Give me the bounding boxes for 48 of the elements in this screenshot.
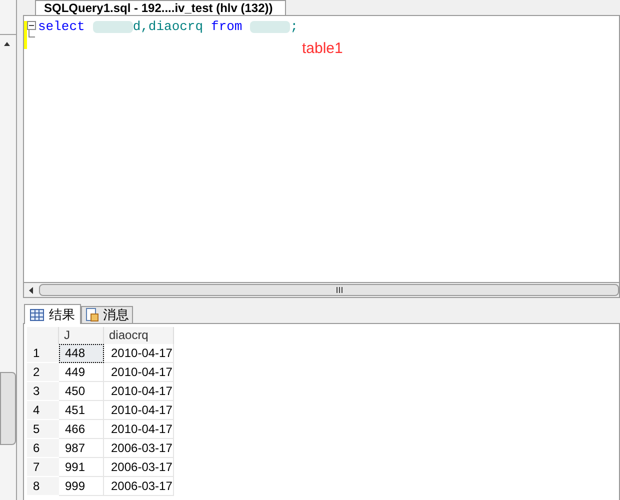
outline-line-icon xyxy=(28,30,34,38)
table-cell: 2010-04-17 xyxy=(104,382,174,401)
sql-text: ; xyxy=(290,18,298,36)
corner-header xyxy=(27,327,59,344)
table-cell: 451 xyxy=(59,401,104,420)
table-cell: 450 xyxy=(59,382,104,401)
table-cell: 2010-04-17 xyxy=(104,344,174,363)
sql-keyword: from xyxy=(211,18,242,36)
editor-area[interactable]: select d,diaocrq from ; table1 xyxy=(23,15,620,283)
table-cell: 987 xyxy=(59,439,104,458)
grip-icon xyxy=(336,287,342,293)
row-number: 2 xyxy=(27,363,59,382)
table-cell: 2010-04-17 xyxy=(104,363,174,382)
horizontal-scrollbar[interactable] xyxy=(23,283,620,298)
sql-text: d,diaocrq xyxy=(132,18,204,36)
table-cell: 448 xyxy=(59,344,104,363)
table-cell: 991 xyxy=(59,458,104,477)
table-cell: 2006-03-17 xyxy=(104,439,174,458)
table-cell: 2010-04-17 xyxy=(104,401,174,420)
table-cell: 466 xyxy=(59,420,104,439)
column-header: diaocrq xyxy=(104,327,174,344)
row-number: 4 xyxy=(27,401,59,420)
scrollbar-thumb[interactable] xyxy=(0,372,16,445)
row-number: 8 xyxy=(27,477,59,496)
scroll-left-icon[interactable] xyxy=(29,286,33,294)
redacted-block xyxy=(92,21,133,33)
scrollbar-thumb[interactable] xyxy=(39,284,619,296)
result-tab[interactable]: 消息 xyxy=(81,306,133,323)
collapse-icon[interactable] xyxy=(26,21,36,30)
message-icon xyxy=(85,308,99,322)
result-tab[interactable]: 结果 xyxy=(24,304,81,324)
sql-keyword: select xyxy=(38,18,85,36)
row-number: 6 xyxy=(27,439,59,458)
grid-icon xyxy=(30,308,44,320)
row-number: 7 xyxy=(27,458,59,477)
editor-tab[interactable]: SQLQuery1.sql - 192....iv_test (hlv (132)) xyxy=(35,0,286,15)
table-cell: 999 xyxy=(59,477,104,496)
scroll-up-icon[interactable] xyxy=(4,42,10,46)
row-number: 1 xyxy=(27,344,59,363)
table-cell: 2006-03-17 xyxy=(104,458,174,477)
redacted-block xyxy=(250,21,290,33)
table-cell: 2006-03-17 xyxy=(104,477,174,496)
row-number: 3 xyxy=(27,382,59,401)
table-cell: 449 xyxy=(59,363,104,382)
column-header: J xyxy=(59,327,104,344)
row-number: 5 xyxy=(27,420,59,439)
table-cell: 2010-04-17 xyxy=(104,420,174,439)
annotation-label: table1 xyxy=(302,39,343,59)
